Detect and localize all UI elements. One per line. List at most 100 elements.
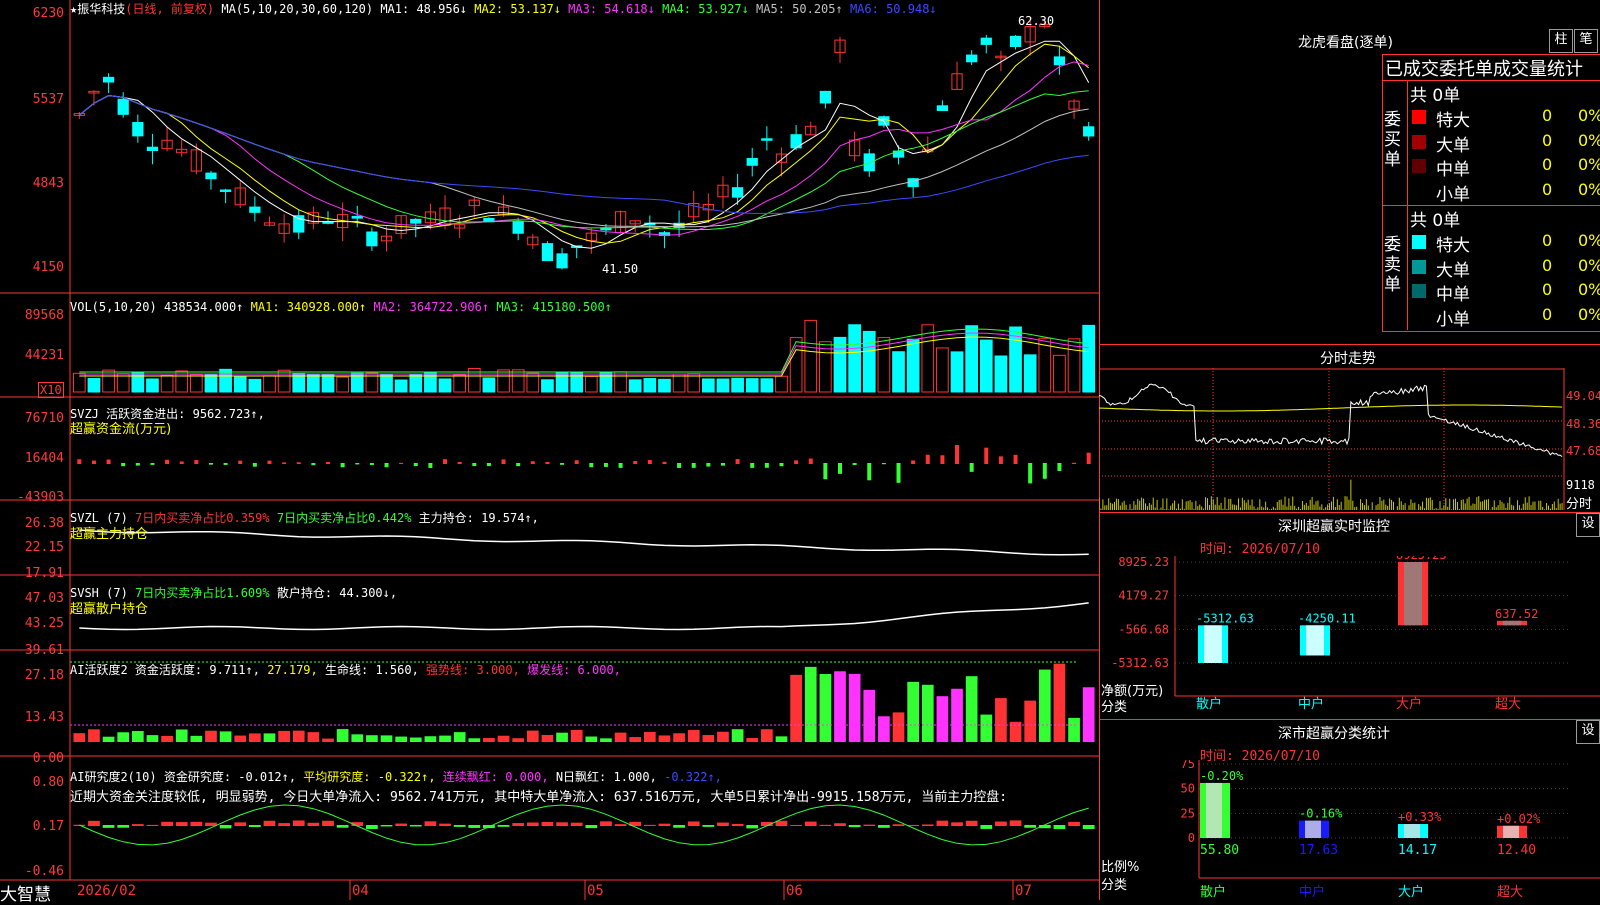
- ai-hy-bar: [804, 666, 817, 742]
- szcy-cat-label: 散户: [1196, 696, 1222, 712]
- ai-hy-bar: [717, 731, 729, 742]
- volume-bar: [160, 374, 174, 393]
- svzj-bar: [77, 459, 82, 464]
- sscy-cat-label: 中户: [1299, 884, 1325, 900]
- ai-yj-bar: [541, 822, 554, 826]
- ai-yj-bar: [804, 821, 817, 826]
- kline-chart-area[interactable]: [0, 0, 1100, 900]
- ai-hy-bar: [483, 738, 495, 742]
- ai-hy-bar: [1082, 687, 1095, 742]
- svzl-p1: 7日内买卖净占比0.359%: [135, 511, 270, 525]
- svzj-bar: [764, 463, 769, 468]
- sscy-cat-label: 超大: [1497, 885, 1523, 900]
- ai-hy-bar: [643, 731, 656, 742]
- volume-bar: [394, 379, 408, 393]
- volume-bar: [1023, 354, 1037, 393]
- fenshi-avg-line: [1099, 404, 1563, 412]
- sscy-bar-highlight: [1206, 782, 1222, 838]
- ai-yj-bar: [468, 825, 481, 828]
- volume-bar: [936, 347, 949, 393]
- ai-yj-bar: [1082, 825, 1095, 830]
- ai-hy-bar: [570, 729, 583, 742]
- volume-bar: [862, 330, 876, 393]
- volume-bar: [146, 378, 159, 393]
- svzj-bar: [603, 463, 608, 467]
- szcy-settings-button[interactable]: 设: [1576, 513, 1600, 537]
- szcy-ytick: 4179.27: [1118, 589, 1169, 603]
- ai-yj-bar: [263, 820, 276, 826]
- svzj-bar: [1072, 462, 1077, 464]
- ai-yj-bar: [1024, 825, 1037, 828]
- sscy-bar-highlight: [1503, 825, 1519, 838]
- buy-row-count: 0: [1542, 155, 1553, 174]
- volume-bar: [219, 368, 232, 393]
- fenshi-ytick-3: 47.68: [1566, 444, 1600, 458]
- ai-hy-ytick-3: 0.00: [32, 751, 64, 766]
- ai-yj-label: AI研究度2(10): [70, 770, 157, 784]
- ai-yj-bar: [249, 825, 261, 827]
- candle-body: [512, 221, 524, 234]
- ai-hy-p2: 27.179,: [267, 663, 318, 677]
- ai-hy-bar: [775, 736, 788, 742]
- candle-body: [819, 90, 831, 104]
- ai-hy-bar: [746, 738, 759, 742]
- sell-row-count: 0: [1542, 304, 1553, 324]
- xaxis-label-4: 06: [786, 883, 803, 899]
- tick-mode-button[interactable]: 笔: [1574, 29, 1598, 53]
- ai-yj-bar: [614, 824, 627, 826]
- ai-yj-bar: [292, 820, 305, 826]
- sell-swatch-4: [1412, 308, 1426, 323]
- volume-bar: [570, 371, 584, 393]
- ai-hy-bar: [190, 735, 203, 742]
- szcy-cat-label: 大户: [1396, 696, 1422, 712]
- svzj-bar: [486, 463, 491, 467]
- ai-yj-bar: [600, 821, 612, 826]
- ai-hy-bar: [234, 735, 247, 742]
- fenshi-ytick-2: 48.36: [1566, 417, 1600, 431]
- svzj-bar: [852, 463, 857, 466]
- svzj-bar: [545, 461, 550, 464]
- volume-bar: [409, 373, 423, 393]
- ai-yj-bar: [117, 825, 130, 828]
- candle-body: [731, 187, 744, 198]
- volume-bar: [760, 378, 774, 393]
- volume-bar: [614, 371, 627, 393]
- volume-bar: [336, 376, 349, 393]
- ai-hy-bar: [687, 729, 700, 742]
- ai-yj-bar: [424, 821, 437, 826]
- ai-yj-bar: [161, 821, 173, 826]
- ma-value-1: MA1: 48.956↓: [380, 2, 468, 16]
- svzj-bar: [735, 459, 740, 464]
- svsh-ytick-1: 47.03: [24, 591, 64, 606]
- vol-ma1: MA1: 340928.000↑: [250, 300, 367, 314]
- candle-body: [205, 172, 217, 180]
- fenshi-chart[interactable]: [1099, 368, 1600, 510]
- sscy-settings-button[interactable]: 设: [1576, 720, 1600, 744]
- ai-hy-p3: 生命线: 1.560,: [325, 663, 419, 677]
- ai-yj-p4: N日飘红: 1.000,: [555, 770, 657, 784]
- svzj-bar: [179, 461, 184, 464]
- ai-yj-bar: [995, 821, 1007, 826]
- ai-yj-bar: [307, 822, 320, 826]
- szcy-cat-label: 中户: [1298, 696, 1324, 712]
- vol-ma-line-2: [79, 332, 1089, 375]
- candle-body: [351, 215, 363, 219]
- svzj-bar: [808, 458, 813, 464]
- ai-hy-bar: [292, 730, 305, 742]
- candle-body: [966, 54, 978, 63]
- ai-hy-bar: [673, 733, 685, 742]
- ai-yj-bar: [570, 822, 583, 826]
- ai-hy-bar: [980, 714, 993, 742]
- svsh-line: [79, 602, 1089, 631]
- ai-hy-bar: [249, 733, 261, 742]
- buy-row-count: 0: [1542, 179, 1553, 199]
- svzj-bar: [399, 462, 404, 464]
- sscy-bar-delta: -0.16%: [1299, 807, 1343, 821]
- svzj-bar: [779, 463, 784, 467]
- svzj-bar: [1013, 454, 1018, 464]
- ai-hy-bar: [175, 729, 188, 742]
- ai-hy-ytick-1: 27.18: [24, 668, 64, 683]
- bar-mode-button[interactable]: 柱: [1549, 29, 1573, 53]
- ai-yj-bar: [131, 824, 144, 826]
- main-ytick-3: 4843: [32, 176, 64, 191]
